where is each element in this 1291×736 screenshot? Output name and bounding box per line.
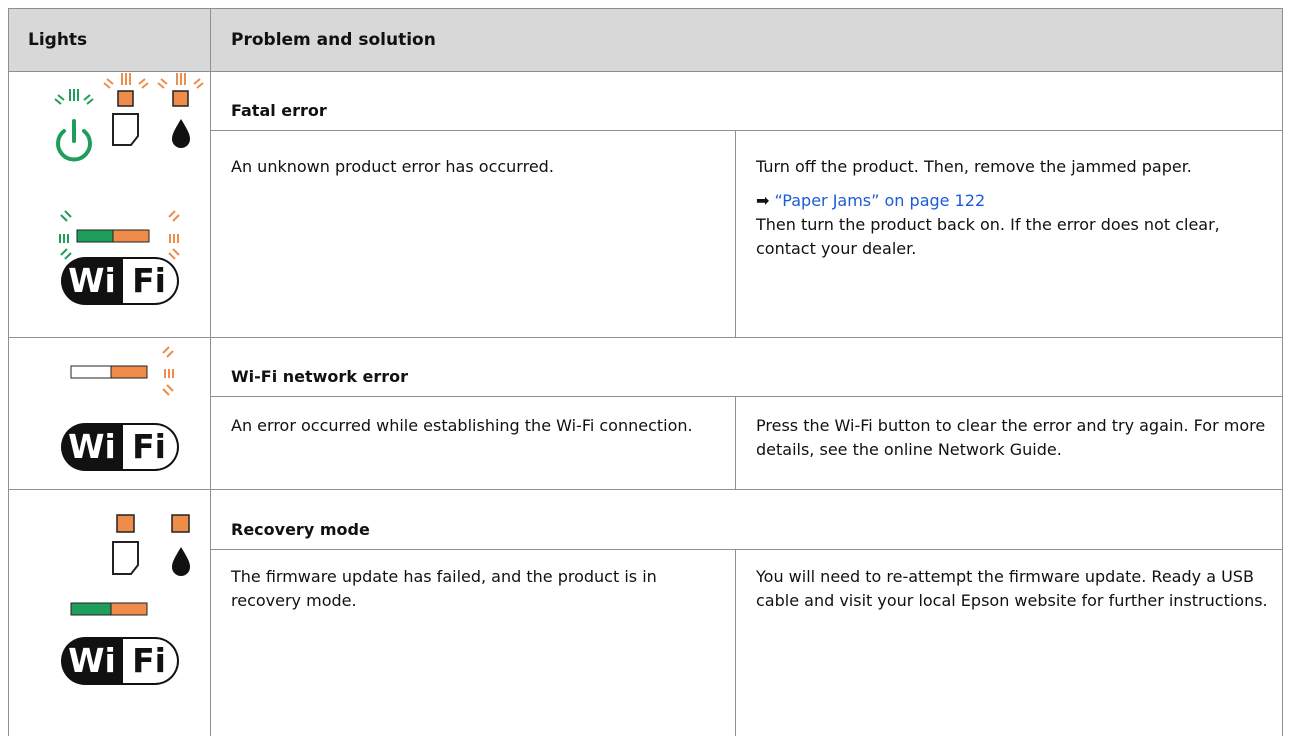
- paper-led-icon: [117, 90, 134, 107]
- paper-icon: [112, 541, 139, 575]
- wifi-logo: Wi Fi: [61, 637, 181, 689]
- ink-light-flash-icon: [157, 73, 204, 89]
- row-title-recovery-mode: Recovery mode: [231, 520, 370, 539]
- subcolumn-divider: [735, 397, 736, 490]
- paper-led-icon: [116, 514, 135, 533]
- paper-jams-link[interactable]: ➡ “Paper Jams” on page 122: [756, 189, 1266, 213]
- power-light-flash-icon: [54, 89, 94, 105]
- column-header-lights: Lights: [28, 30, 88, 50]
- fatal-error-solution-text-1: Turn off the product. Then, remove the j…: [756, 157, 1192, 176]
- wifi-error-lights: [70, 346, 174, 396]
- divider: [211, 130, 1282, 131]
- wifi-bar-flash-icon: [162, 346, 174, 396]
- wifi-bar-off: [70, 365, 112, 379]
- recovery-mode-problem: The firmware update has failed, and the …: [231, 567, 657, 610]
- subcolumn-divider: [735, 131, 736, 338]
- column-header-problem-solution: Problem and solution: [231, 30, 436, 50]
- wifi-logo-wi: Wi: [61, 257, 123, 305]
- paper-icon: [112, 113, 139, 146]
- paper-light-flash-icon: [103, 73, 149, 89]
- paper-jams-link-text[interactable]: “Paper Jams” on page 122: [775, 191, 986, 210]
- ink-drop-icon: [172, 547, 190, 576]
- divider: [211, 549, 1282, 550]
- row-divider: [9, 489, 1282, 490]
- row-divider: [9, 337, 1282, 338]
- wifi-bar-orange: [110, 602, 148, 616]
- wifi-logo-fi: Fi: [121, 637, 179, 685]
- ink-led-icon: [172, 90, 189, 107]
- recovery-mode-solution: You will need to re-attempt the firmware…: [756, 567, 1268, 610]
- wifi-error-problem: An error occurred while establishing the…: [231, 416, 693, 435]
- wifi-logo-wi: Wi: [61, 637, 123, 685]
- wifi-error-solution: Press the Wi-Fi button to clear the erro…: [756, 416, 1266, 459]
- power-icon: [56, 119, 92, 162]
- subcolumn-divider: [735, 550, 736, 736]
- wifi-logo: Wi Fi: [61, 257, 181, 309]
- column-divider: [210, 9, 211, 736]
- wifi-logo: Wi Fi: [61, 423, 181, 475]
- fatal-error-solution: Turn off the product. Then, remove the j…: [756, 155, 1266, 271]
- ink-led-icon: [171, 514, 190, 533]
- wifi-bar-orange: [110, 365, 148, 379]
- ink-drop-icon: [172, 119, 190, 148]
- divider: [211, 396, 1282, 397]
- fatal-error-solution-text-2: Then turn the product back on. If the er…: [756, 215, 1220, 258]
- wifi-logo-fi: Fi: [121, 257, 179, 305]
- row-title-fatal-error: Fatal error: [231, 101, 327, 120]
- error-lights-table: Lights Problem and solution Fatal error …: [8, 8, 1283, 736]
- wifi-logo-fi: Fi: [121, 423, 179, 471]
- fatal-error-problem: An unknown product error has occurred.: [231, 157, 554, 176]
- table-header: Lights Problem and solution: [9, 9, 1282, 72]
- wifi-bar-orange: [112, 229, 150, 243]
- wifi-logo-wi: Wi: [61, 423, 123, 471]
- wifi-bar-green: [76, 229, 114, 243]
- row-title-wifi-error: Wi-Fi network error: [231, 367, 409, 386]
- wifi-bar-green: [70, 602, 112, 616]
- arrow-right-icon: ➡: [756, 191, 770, 210]
